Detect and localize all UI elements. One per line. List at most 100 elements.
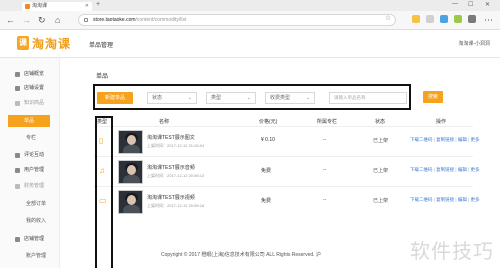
edit-link[interactable]: 编辑 xyxy=(458,167,467,172)
sidebar-item-orders[interactable]: 全部订单 xyxy=(0,198,60,210)
item-meta: 上架时间：2017-12-12 20:58:18 xyxy=(147,203,205,208)
close-window-icon[interactable]: ✕ xyxy=(485,1,490,8)
logo-icon: 课 xyxy=(17,36,29,50)
tab-title: 淘淘课 xyxy=(32,3,48,9)
sidebar-item-label: 评论互动 xyxy=(24,152,45,158)
sidebar-item-knowledge[interactable]: 知识商品 xyxy=(0,97,60,109)
home-icon[interactable]: ⌂ xyxy=(55,15,60,25)
thumbnail-image xyxy=(118,190,143,214)
row-actions: 下载二维码 | 复制链接 | 编辑 | 更多 xyxy=(410,197,480,202)
sidebar-item-label: 知识商品 xyxy=(24,100,45,106)
status-select[interactable]: 状态 ⌄ xyxy=(147,92,197,104)
table-row: ▯ 淘淘课TEST展示图文 上架时间：2017-12-12 21:26:04 ¥… xyxy=(93,126,480,156)
search-input[interactable]: 请输入单品名称 xyxy=(329,92,407,104)
row-actions: 下载二维码 | 复制链接 | 编辑 | 更多 xyxy=(410,137,480,142)
sidebar-item-finance[interactable]: 财务管理 xyxy=(0,180,60,192)
more-link[interactable]: 更多 xyxy=(471,197,480,202)
page-title: 单品管理 xyxy=(89,43,114,49)
sidebar: 店铺概览 店铺设置 知识商品 单品 专栏 评论互动 用户管理 财务管理 全部订单… xyxy=(0,58,60,268)
sidebar-item-column[interactable]: 专栏 xyxy=(0,132,60,144)
filter-bar: 新建单品 状态 ⌄ 类型 ⌄ 收费类型 ⌄ 请输入单品名称 xyxy=(93,84,411,110)
sidebar-item-overview[interactable]: 店铺概览 xyxy=(0,68,60,80)
dashboard-icon xyxy=(15,72,20,77)
refresh-icon[interactable]: ↻ xyxy=(38,15,46,25)
favorite-star-icon[interactable]: ☆ xyxy=(385,14,391,22)
favicon-icon xyxy=(25,4,30,9)
sidebar-item-comments[interactable]: 评论互动 xyxy=(0,149,60,161)
sidebar-item-label: 全部订单 xyxy=(26,201,47,207)
app-header: 课 淘淘课 单品管理 淘淘课-小洞洞 xyxy=(0,30,500,58)
close-tab-icon[interactable]: ✕ xyxy=(85,2,89,11)
footer-copyright: Copyright © 2017 橙眼(上海)信息技术有限公司 ALL Righ… xyxy=(161,252,321,258)
sidebar-item-label: 专栏 xyxy=(26,135,37,141)
url-host: store.taotaoke.com xyxy=(93,17,136,23)
item-price: 免费 xyxy=(261,198,272,204)
item-title[interactable]: 淘淘课TEST展示音频 xyxy=(147,164,195,171)
col-column: 所属专栏 xyxy=(317,119,338,125)
sidebar-item-users[interactable]: 用户管理 xyxy=(0,164,60,176)
book-icon xyxy=(15,101,20,106)
item-title[interactable]: 淘淘课TEST展示图文 xyxy=(147,134,195,141)
gear-icon xyxy=(15,86,20,91)
item-title[interactable]: 淘淘课TEST展示视频 xyxy=(147,194,195,201)
sidebar-item-label: 账户管理 xyxy=(26,253,47,259)
url-field[interactable]: store.taotaoke.com/content/commodity/lis… xyxy=(78,14,396,26)
type-select[interactable]: 类型 ⌄ xyxy=(206,92,256,104)
breadcrumb: 单品 xyxy=(96,74,109,80)
sidebar-item-single[interactable]: 单品 xyxy=(8,115,50,127)
download-qr-link[interactable]: 下载二维码 xyxy=(410,137,433,142)
logo-text: 淘淘课 xyxy=(32,37,72,51)
sidebar-item-settings[interactable]: 店铺设置 xyxy=(0,82,60,94)
lock-icon xyxy=(84,18,88,22)
maximize-icon[interactable]: ☐ xyxy=(468,1,473,8)
reading-list-icon[interactable] xyxy=(426,15,434,23)
notes-icon[interactable] xyxy=(454,15,462,23)
edit-link[interactable]: 编辑 xyxy=(458,197,467,202)
col-name: 名称 xyxy=(159,119,170,125)
user-menu[interactable]: 淘淘课-小洞洞 xyxy=(458,40,490,47)
minimize-icon[interactable]: — xyxy=(452,1,458,7)
item-column: -- xyxy=(323,197,327,203)
copy-link-link[interactable]: 复制链接 xyxy=(436,167,454,172)
forward-icon[interactable]: → xyxy=(22,15,31,25)
sidebar-item-label: 我的收入 xyxy=(26,218,47,224)
copy-link-link[interactable]: 复制链接 xyxy=(436,137,454,142)
profile-icon[interactable] xyxy=(468,15,476,23)
comment-icon xyxy=(15,153,20,158)
table-row: ♫ 淘淘课TEST展示音频 上架时间：2017-12-12 20:58:13 免… xyxy=(93,156,480,186)
sidebar-item-store[interactable]: 店铺管理 xyxy=(0,233,60,245)
sidebar-item-account[interactable]: 账户管理 xyxy=(0,250,60,262)
download-qr-link[interactable]: 下载二维码 xyxy=(410,167,433,172)
back-icon[interactable]: ← xyxy=(6,15,15,25)
type-column-highlight xyxy=(95,116,113,268)
row-actions: 下载二维码 | 复制链接 | 编辑 | 更多 xyxy=(410,167,480,172)
edit-link[interactable]: 编辑 xyxy=(458,137,467,142)
more-link[interactable]: 更多 xyxy=(471,137,480,142)
item-column: -- xyxy=(323,167,327,173)
create-item-button[interactable]: 新建单品 xyxy=(97,92,133,104)
col-status: 状态 xyxy=(375,119,386,125)
chevron-down-icon: ⌄ xyxy=(305,95,310,101)
item-price: ¥ 0.10 xyxy=(261,137,275,143)
table-row: ▭ 淘淘课TEST展示视频 上架时间：2017-12-12 20:58:18 免… xyxy=(93,186,480,216)
item-status: 已上架 xyxy=(373,198,389,204)
more-menu-icon[interactable]: ⋯ xyxy=(484,15,493,25)
more-link[interactable]: 更多 xyxy=(471,167,480,172)
chevron-down-icon: ⌄ xyxy=(187,95,192,101)
new-tab-icon[interactable]: + xyxy=(96,1,100,8)
charge-type-select[interactable]: 收费类型 ⌄ xyxy=(265,92,315,104)
sidebar-item-income[interactable]: 我的收入 xyxy=(0,215,60,227)
search-button[interactable]: 搜索 xyxy=(423,91,443,103)
sidebar-item-label: 店铺概览 xyxy=(24,71,45,77)
sidebar-item-label: 财务管理 xyxy=(24,183,45,189)
sidebar-item-label: 店铺管理 xyxy=(24,236,45,242)
item-status: 已上架 xyxy=(373,168,389,174)
finance-icon xyxy=(15,184,20,189)
item-meta: 上架时间：2017-12-12 20:58:13 xyxy=(147,173,205,178)
share-icon[interactable] xyxy=(440,15,448,23)
download-qr-link[interactable]: 下载二维码 xyxy=(410,197,433,202)
browser-tab[interactable]: 淘淘课 ✕ xyxy=(22,2,92,11)
extension-icon[interactable] xyxy=(412,15,420,23)
copy-link-link[interactable]: 复制链接 xyxy=(436,197,454,202)
item-column: -- xyxy=(323,137,327,143)
